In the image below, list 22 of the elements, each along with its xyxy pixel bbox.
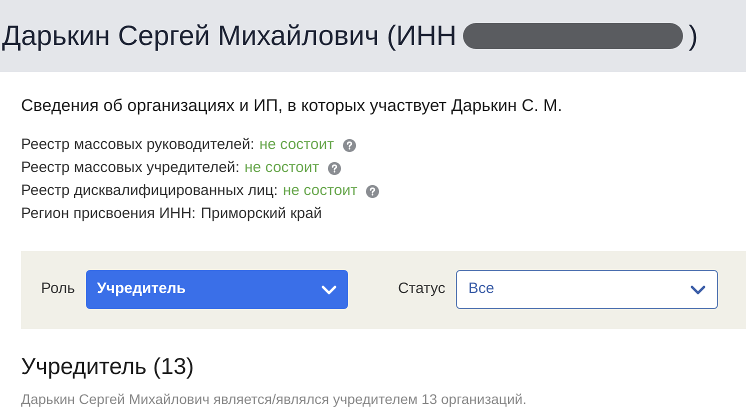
registry-label: Реестр дисквалифицированных лиц:	[21, 180, 278, 201]
registry-label: Реестр массовых учредителей:	[21, 158, 240, 178]
filter-label: Статус	[398, 279, 446, 300]
registry-value: не состоит	[244, 158, 320, 178]
registry-value: Приморский край	[200, 204, 322, 224]
section-description: Дарькин Сергей Михайлович является/являлся учредителем 13 организаций.	[21, 390, 528, 408]
registry-value: не состоит	[282, 180, 358, 201]
page-title-end: )	[688, 19, 698, 53]
filter-label: Роль	[41, 279, 75, 300]
registry-label: Реестр массовых руководителей:	[21, 134, 254, 155]
filter-select[interactable]: Все	[456, 270, 718, 309]
filter-select[interactable]: Учредитель	[86, 270, 348, 309]
help-icon[interactable]	[342, 138, 356, 152]
help-icon[interactable]	[328, 162, 342, 174]
section-heading: Учредитель (13)	[21, 352, 195, 381]
chevron-down-icon	[320, 284, 337, 294]
section-subtitle: Сведения об организациях и ИП, в которых участвует Дарькин С. М.	[21, 95, 564, 117]
registry-value: не состоит	[259, 134, 334, 155]
help-icon[interactable]	[366, 184, 380, 198]
chevron-down-icon	[690, 284, 706, 294]
page-title: Дарькин Сергей Михайлович (ИНН	[2, 19, 457, 53]
registry-label: Регион присвоения ИНН:	[21, 204, 196, 224]
